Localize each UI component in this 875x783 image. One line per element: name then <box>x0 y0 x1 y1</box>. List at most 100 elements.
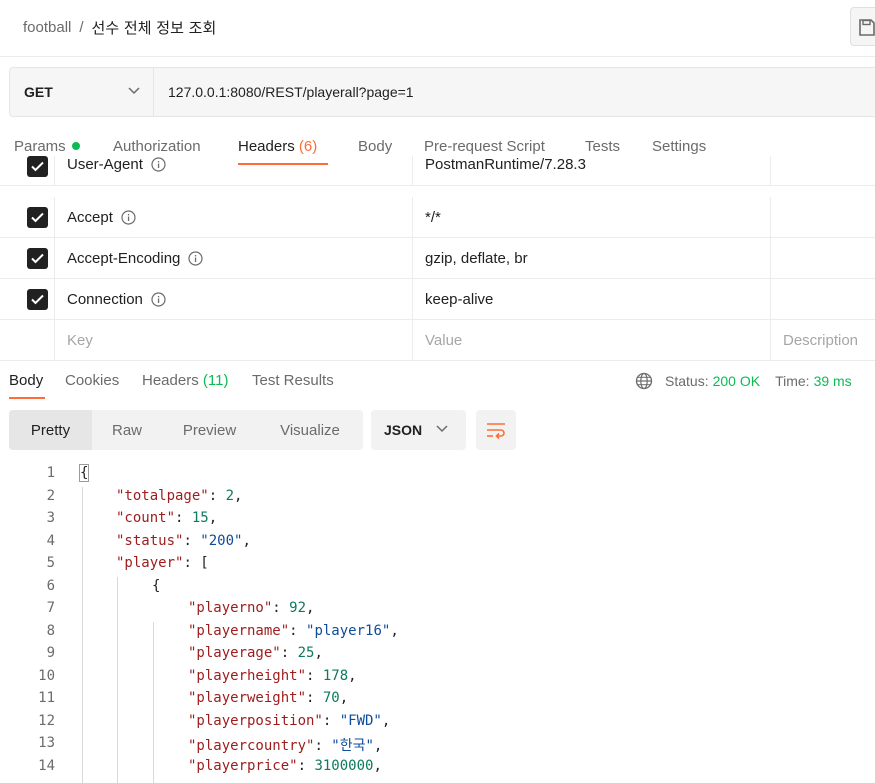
code-token: , <box>373 757 382 774</box>
code-text: "count": 15, <box>116 510 217 526</box>
code-token: , <box>314 645 323 661</box>
code-token: "200" <box>200 532 243 549</box>
header-value-cell[interactable]: gzip, deflate, br <box>413 238 771 278</box>
header-checkbox[interactable] <box>27 289 48 310</box>
header-value: keep-alive <box>425 291 494 308</box>
table-row: Accept-Encoding gzip, deflate, br <box>0 238 875 279</box>
code-token: 2 <box>225 487 235 504</box>
response-tab-cookies[interactable]: Cookies <box>65 372 119 389</box>
code-text: "playername": "player16", <box>188 623 399 639</box>
header-value: PostmanRuntime/7.28.3 <box>425 156 586 173</box>
visualize-button[interactable]: Visualize <box>257 410 363 450</box>
code-text: "totalpage": 2, <box>116 488 242 504</box>
response-tab-test-results[interactable]: Test Results <box>252 372 334 389</box>
header-key-cell[interactable]: User-Agent <box>55 156 413 185</box>
header-value-cell[interactable]: */* <box>413 197 771 237</box>
line-number: 1 <box>46 465 55 481</box>
info-icon[interactable] <box>188 251 204 266</box>
code-line: 4 "status": "200", <box>0 530 875 552</box>
request-name[interactable]: 선수 전체 정보 조회 <box>92 17 217 38</box>
code-token: "playerweight" <box>188 690 307 706</box>
header-key-cell[interactable]: Accept-Encoding <box>55 238 413 278</box>
new-value-input[interactable]: Value <box>413 320 771 360</box>
header-checkbox[interactable] <box>27 156 48 177</box>
code-line: 10 "playerheight": 178, <box>0 665 875 687</box>
tab-params[interactable]: Params <box>14 138 80 155</box>
wrap-lines-button[interactable] <box>476 410 516 450</box>
code-text: "playerheight": 178, <box>188 668 357 684</box>
indent-guide <box>82 486 83 783</box>
header-checkbox[interactable] <box>27 207 48 228</box>
code-token: "playerheight" <box>188 667 307 684</box>
header-value: gzip, deflate, br <box>425 250 528 267</box>
tab-settings[interactable]: Settings <box>652 138 706 155</box>
tab-pre-request-label: Pre-request Script <box>424 138 545 155</box>
code-token: "player16" <box>306 622 391 639</box>
header-description-cell[interactable] <box>771 156 875 185</box>
code-token: : <box>183 532 201 549</box>
code-token: 92 <box>289 600 307 616</box>
code-token: { <box>78 464 90 482</box>
breadcrumb-separator: / <box>79 19 84 36</box>
tab-params-label: Params <box>14 138 66 155</box>
code-token: 3100000 <box>314 757 374 774</box>
breadcrumb-bar: football / 선수 전체 정보 조회 <box>0 0 875 57</box>
tab-headers-label: Headers <box>238 138 295 155</box>
new-key-input[interactable]: Key <box>55 320 413 360</box>
header-checkbox[interactable] <box>27 248 48 269</box>
info-icon[interactable] <box>121 210 136 225</box>
code-token: : <box>272 600 290 616</box>
header-key: Accept-Encoding <box>67 250 181 267</box>
tab-authorization[interactable]: Authorization <box>113 138 201 155</box>
header-description-cell[interactable] <box>771 238 875 278</box>
response-tab-body-label: Body <box>9 372 44 389</box>
response-tab-headers[interactable]: Headers (11) <box>142 372 228 389</box>
row-check-cell <box>0 320 55 360</box>
tab-headers[interactable]: Headers (6) <box>238 138 317 155</box>
response-tab-body[interactable]: Body <box>9 372 43 389</box>
code-token: , <box>208 510 218 526</box>
url-input[interactable]: 127.0.0.1:8080/REST/playerall?page=1 <box>168 84 414 100</box>
info-icon[interactable] <box>151 157 166 172</box>
code-text: { <box>152 578 160 594</box>
header-description-cell[interactable] <box>771 279 875 319</box>
tab-body-label: Body <box>358 138 393 155</box>
line-number: 5 <box>46 555 55 571</box>
header-key-cell[interactable]: Connection <box>55 279 413 319</box>
header-description-cell[interactable] <box>771 197 875 237</box>
preview-button[interactable]: Preview <box>162 410 257 450</box>
header-key: Connection <box>67 291 143 308</box>
status-label: Status: <box>665 373 709 389</box>
url-bar: GET 127.0.0.1:8080/REST/playerall?page=1 <box>9 67 875 117</box>
method-label: GET <box>24 84 53 100</box>
breadcrumb-collection[interactable]: football <box>23 19 71 36</box>
code-token: "playername" <box>188 622 290 639</box>
code-token: "count" <box>116 510 176 526</box>
tab-pre-request-script[interactable]: Pre-request Script <box>424 138 545 155</box>
tab-headers-count: (6) <box>298 138 318 155</box>
response-body-code[interactable]: 1 {2 "totalpage": 2, 3 "count": 15, 4 "status"… <box>0 462 875 783</box>
new-description-input[interactable]: Description <box>771 320 875 360</box>
info-icon[interactable] <box>151 292 166 307</box>
globe-icon[interactable] <box>635 372 653 390</box>
header-value-cell[interactable]: keep-alive <box>413 279 771 319</box>
save-button[interactable] <box>850 7 875 46</box>
status-value[interactable]: 200 OK <box>713 373 760 389</box>
raw-button[interactable]: Raw <box>92 410 162 450</box>
pretty-label: Pretty <box>30 421 71 439</box>
code-token: : <box>175 510 192 526</box>
pretty-button[interactable]: Pretty <box>9 410 92 450</box>
wrap-lines-icon <box>487 423 505 440</box>
line-number: 3 <box>46 510 55 526</box>
tab-tests[interactable]: Tests <box>585 138 620 155</box>
format-select[interactable]: JSON <box>371 410 466 450</box>
code-line: 9 "playerage": 25, <box>0 642 875 664</box>
row-check-cell <box>0 197 55 237</box>
code-text: "playerprice": 3100000, <box>188 758 382 774</box>
tab-body[interactable]: Body <box>358 138 392 155</box>
method-select[interactable]: GET <box>10 68 154 116</box>
indent-guide <box>117 576 118 783</box>
time-value[interactable]: 39 ms <box>814 373 852 389</box>
header-key-cell[interactable]: Accept <box>55 197 413 237</box>
header-value-cell[interactable]: PostmanRuntime/7.28.3 <box>413 156 771 185</box>
